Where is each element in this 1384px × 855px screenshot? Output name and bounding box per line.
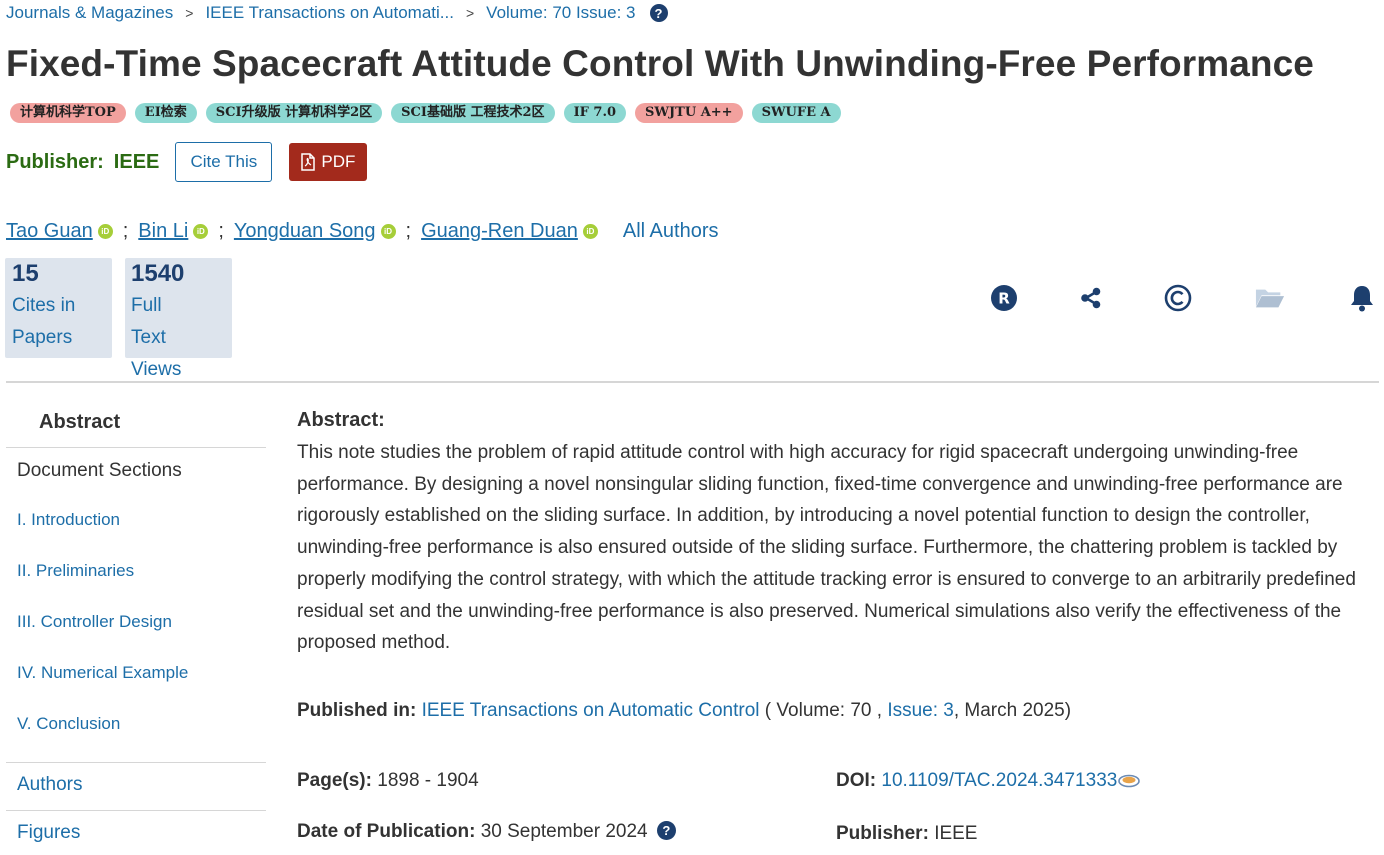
author-link[interactable]: Yongduan Song — [234, 220, 376, 243]
breadcrumb: Journals & Magazines > IEEE Transactions… — [6, 3, 668, 23]
folder-icon[interactable] — [1255, 284, 1285, 312]
doi: DOI: 10.1109/TAC.2024.3471333 — [836, 770, 1141, 792]
author-separator: ; — [405, 219, 412, 242]
svg-text:R: R — [998, 290, 1010, 308]
cites-label-line2: Papers — [12, 327, 73, 348]
publication-month: , March 2025) — [953, 700, 1072, 721]
help-icon[interactable]: ? — [656, 821, 676, 840]
published-in: Published in: IEEE Transactions on Autom… — [297, 700, 1071, 722]
publisher-detail-value: IEEE — [934, 823, 978, 844]
orcid-icon[interactable]: iD — [380, 223, 396, 239]
page-title: Fixed-Time Spacecraft Attitude Control W… — [6, 43, 1314, 84]
views-count: 1540 — [131, 260, 185, 287]
publisher-detail: Publisher: IEEE — [836, 823, 978, 845]
publisher-detail-label: Publisher: — [836, 823, 929, 844]
badge-sci-upgrade: SCI升级版 计算机科学2区 — [205, 103, 383, 123]
sidebar-item-numerical-example[interactable]: IV. Numerical Example — [17, 663, 188, 683]
badge-impact-factor: IF 7.0 — [563, 103, 627, 123]
sidebar-authors[interactable]: Authors — [17, 774, 82, 796]
publisher-value: IEEE — [113, 150, 160, 173]
issue-link[interactable]: Issue: 3 — [887, 700, 954, 721]
abstract-heading: Abstract: — [297, 409, 385, 431]
breadcrumb-separator: > — [465, 5, 475, 21]
sidebar-divider — [6, 447, 266, 448]
sidebar-divider — [6, 810, 266, 811]
sidebar-divider — [6, 762, 266, 763]
doi-link[interactable]: 10.1109/TAC.2024.3471333 — [881, 770, 1117, 791]
cites-count: 15 — [12, 260, 39, 287]
publisher-label: Publisher: — [6, 150, 104, 173]
sidebar-item-introduction[interactable]: I. Introduction — [17, 510, 120, 530]
author-link[interactable]: Tao Guan — [6, 220, 93, 243]
badge-ei: EI检索 — [134, 103, 197, 123]
badge-swufe: SWUFE A — [751, 103, 841, 123]
breadcrumb-separator: > — [185, 5, 194, 21]
date-of-publication: Date of Publication: 30 September 2024 ? — [297, 821, 676, 843]
orcid-icon[interactable]: iD — [97, 223, 113, 239]
divider — [6, 381, 1379, 383]
copyright-icon[interactable] — [1163, 284, 1193, 312]
journal-link[interactable]: IEEE Transactions on Automatic Control — [422, 700, 760, 721]
author-separator: ; — [122, 219, 129, 242]
abstract-text: This note studies the problem of rapid a… — [297, 442, 1356, 654]
date-of-publication-value: 30 September 2024 — [480, 821, 648, 842]
published-in-label: Published in: — [297, 700, 417, 721]
pdf-label: PDF — [321, 152, 356, 171]
date-of-publication-label: Date of Publication: — [297, 821, 476, 842]
alert-bell-icon[interactable] — [1347, 284, 1377, 312]
volume-text: ( Volume: 70 , — [764, 700, 883, 721]
publisher-row: Publisher: IEEE Cite This PDF — [6, 142, 368, 182]
author-link[interactable]: Bin Li — [138, 220, 188, 243]
views-label-line2: Text — [131, 327, 166, 348]
cite-this-label: Cite This — [190, 152, 258, 171]
reference-manager-icon[interactable] — [1117, 772, 1141, 788]
author-list: Tao Guan iD ; Bin Li iD ; Yongduan Song … — [6, 218, 718, 244]
views-label-line1: Full — [131, 295, 162, 316]
pages-label: Page(s): — [297, 770, 372, 791]
orcid-icon[interactable]: iD — [582, 223, 598, 239]
rights-icon[interactable]: R — [989, 284, 1019, 312]
cites-metric[interactable]: 15 Cites in Papers — [5, 258, 112, 358]
orcid-icon[interactable]: iD — [193, 223, 209, 239]
sidebar-abstract[interactable]: Abstract — [39, 411, 120, 434]
sidebar-document-sections[interactable]: Document Sections — [17, 460, 182, 482]
sidebar-figures[interactable]: Figures — [17, 822, 80, 844]
pdf-button[interactable]: PDF — [289, 143, 368, 181]
badge-cs-top: 计算机科学TOP — [10, 103, 126, 123]
cite-this-button[interactable]: Cite This — [175, 142, 273, 182]
share-icon[interactable] — [1076, 284, 1106, 312]
sidebar-item-controller-design[interactable]: III. Controller Design — [17, 612, 172, 632]
breadcrumb-journals[interactable]: Journals & Magazines — [6, 3, 173, 23]
breadcrumb-journal[interactable]: IEEE Transactions on Automati... — [205, 3, 454, 23]
badge-sci-basic: SCI基础版 工程技术2区 — [391, 103, 555, 123]
sidebar-item-preliminaries[interactable]: II. Preliminaries — [17, 561, 134, 581]
pages-value: 1898 - 1904 — [377, 770, 479, 791]
sidebar-item-conclusion[interactable]: V. Conclusion — [17, 714, 120, 734]
badge-list: 计算机科学TOP EI检索 SCI升级版 计算机科学2区 SCI基础版 工程技术… — [10, 103, 841, 123]
pdf-file-icon — [301, 153, 316, 171]
breadcrumb-issue[interactable]: Volume: 70 Issue: 3 — [486, 3, 635, 23]
help-icon[interactable]: ? — [649, 4, 668, 22]
all-authors-link[interactable]: All Authors — [623, 220, 719, 243]
views-metric[interactable]: 1540 Full Text Views — [125, 258, 232, 380]
page-range: Page(s): 1898 - 1904 — [297, 770, 479, 792]
doi-label: DOI: — [836, 770, 877, 791]
cites-label-line1: Cites in — [12, 295, 76, 316]
badge-swjtu: SWJTU A++ — [635, 103, 743, 123]
author-link[interactable]: Guang-Ren Duan — [421, 220, 578, 243]
author-separator: ; — [218, 219, 224, 242]
